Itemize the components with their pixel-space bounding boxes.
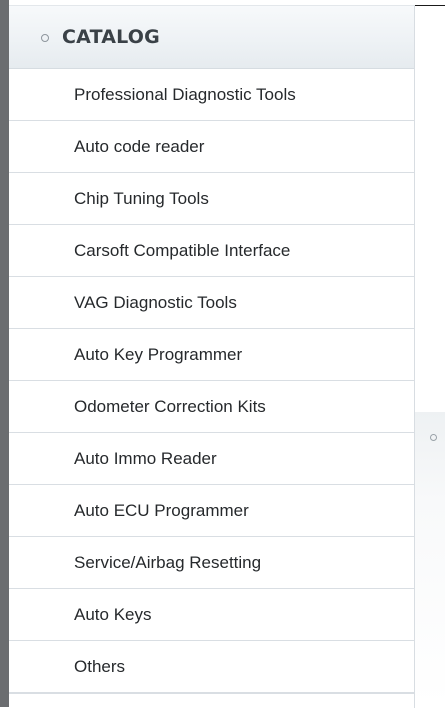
catalog-title: CATALOG — [62, 26, 160, 48]
category-list: Professional Diagnostic Tools Auto code … — [9, 69, 414, 693]
category-item-vag-diagnostic-tools[interactable]: VAG Diagnostic Tools — [9, 277, 414, 329]
category-item-auto-key-programmer[interactable]: Auto Key Programmer — [9, 329, 414, 381]
ring-bullet-icon — [41, 34, 49, 42]
left-border-bar — [0, 0, 9, 707]
category-item-chip-tuning-tools[interactable]: Chip Tuning Tools — [9, 173, 414, 225]
catalog-panel: CATALOG Professional Diagnostic Tools Au… — [9, 5, 415, 708]
category-item-auto-immo-reader[interactable]: Auto Immo Reader — [9, 433, 414, 485]
category-item-auto-code-reader[interactable]: Auto code reader — [9, 121, 414, 173]
category-item-auto-ecu-programmer[interactable]: Auto ECU Programmer — [9, 485, 414, 537]
catalog-footer-strip — [9, 693, 414, 714]
category-item-auto-keys[interactable]: Auto Keys — [9, 589, 414, 641]
adjacent-panel-strip — [415, 412, 445, 707]
category-item-professional-diagnostic-tools[interactable]: Professional Diagnostic Tools — [9, 69, 414, 121]
category-item-others[interactable]: Others — [9, 641, 414, 693]
category-item-service-airbag-resetting[interactable]: Service/Airbag Resetting — [9, 537, 414, 589]
category-item-odometer-correction-kits[interactable]: Odometer Correction Kits — [9, 381, 414, 433]
catalog-header: CATALOG — [9, 6, 414, 69]
ring-bullet-icon — [430, 434, 437, 441]
category-item-carsoft-compatible-interface[interactable]: Carsoft Compatible Interface — [9, 225, 414, 277]
